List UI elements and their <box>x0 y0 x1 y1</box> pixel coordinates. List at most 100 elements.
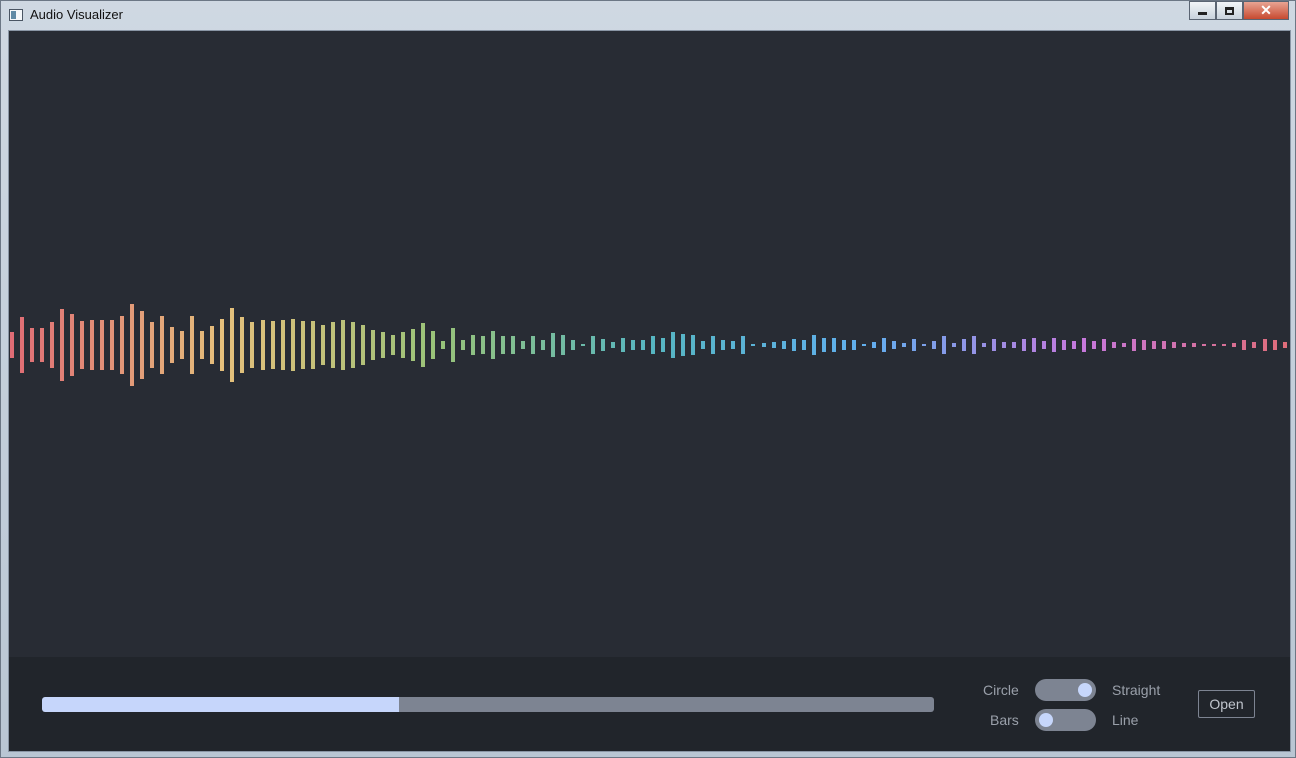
visualizer-bar <box>1152 340 1157 350</box>
progress-bar[interactable] <box>42 697 934 712</box>
visualizer-bar <box>911 338 916 352</box>
visualizer-bar <box>30 327 35 363</box>
visualizer-bar <box>1112 342 1117 348</box>
maximize-button[interactable] <box>1216 1 1243 20</box>
visualizer-bar <box>591 335 596 355</box>
progress-fill <box>42 697 399 712</box>
visualizer-bar <box>751 344 756 346</box>
visualizer-bar <box>1282 342 1287 348</box>
visualizer-bar <box>280 319 285 371</box>
visualizer-bar <box>521 340 526 350</box>
visualizer-bar <box>891 341 896 349</box>
visualizer-bar <box>1212 343 1217 347</box>
style-toggle-knob <box>1039 713 1053 727</box>
visualizer-bar <box>200 330 205 360</box>
visualizer-bar <box>490 331 495 359</box>
visualizer-bar <box>801 340 806 350</box>
visualizer-bar <box>350 321 355 369</box>
visualizer-bar <box>601 338 606 352</box>
close-button[interactable]: ✕ <box>1243 1 1289 20</box>
visualizer-bar <box>1202 344 1207 346</box>
visualizer-bar <box>150 321 155 369</box>
visualizer-bar <box>160 315 165 375</box>
visualizer-bar <box>1001 342 1006 348</box>
open-button[interactable]: Open <box>1198 690 1255 718</box>
visualizer-bar <box>1242 339 1247 351</box>
visualizer-bar <box>220 319 225 371</box>
visualizer-bar <box>1042 341 1047 349</box>
visualizer-bar <box>110 319 115 371</box>
visualizer-bar <box>170 326 175 364</box>
visualizer-canvas <box>9 31 1290 657</box>
visualizer-bar <box>871 342 876 348</box>
visualizer-bar <box>791 338 796 352</box>
visualizer-bar <box>1182 343 1187 347</box>
bars-label: Bars <box>990 712 1019 728</box>
visualizer-bar <box>881 338 886 352</box>
visualizer-bar <box>260 319 265 371</box>
visualizer-bar <box>1252 342 1257 348</box>
visualizer-bar <box>541 340 546 350</box>
style-toggle[interactable] <box>1035 709 1096 731</box>
visualizer-bar <box>340 320 345 370</box>
visualizer-bar <box>651 336 656 354</box>
app-icon <box>9 9 23 21</box>
visualizer-bar <box>581 344 586 346</box>
visualizer-bar <box>40 327 45 363</box>
visualizer-bar <box>1062 340 1067 350</box>
visualizer-bar <box>250 321 255 369</box>
visualizer-bar <box>330 321 335 369</box>
visualizer-bar <box>931 341 936 349</box>
minimize-button[interactable] <box>1189 1 1216 20</box>
visualizer-bar <box>450 328 455 362</box>
visualizer-bar <box>821 338 826 352</box>
visualizer-bar <box>10 331 14 359</box>
visualizer-bar <box>1072 340 1077 350</box>
visualizer-bar <box>1092 341 1097 349</box>
visualizer-bar <box>360 325 365 365</box>
close-icon: ✕ <box>1260 2 1272 18</box>
visualizer-bar <box>941 335 946 355</box>
visualizer-bar <box>681 333 686 357</box>
visualizer-bar <box>571 340 576 350</box>
shape-toggle[interactable] <box>1035 679 1096 701</box>
circle-label: Circle <box>983 682 1019 698</box>
visualizer-bar <box>951 342 956 348</box>
visualizer-bar <box>100 320 105 370</box>
visualizer-bar <box>20 316 25 374</box>
visualizer-bar <box>440 340 445 350</box>
app-window: Audio Visualizer ✕ Circle Straight Bars … <box>0 0 1296 758</box>
visualizer-bar <box>631 340 636 350</box>
visualizer-bar <box>1192 343 1197 347</box>
control-panel: Circle Straight Bars Line Open <box>9 657 1290 751</box>
visualizer-bar <box>661 338 666 352</box>
visualizer-bar <box>981 343 986 347</box>
visualizer-bar <box>701 341 706 349</box>
visualizer-bar <box>861 344 866 346</box>
visualizer-bar <box>60 309 65 381</box>
visualizer-bar <box>851 340 856 350</box>
visualizer-bar <box>671 332 676 358</box>
visualizer-bar <box>1172 341 1177 349</box>
visualizer-bar <box>1162 341 1167 349</box>
minimize-icon <box>1198 12 1207 15</box>
line-label: Line <box>1112 712 1139 728</box>
visualizer-bar <box>470 335 475 355</box>
visualizer-bar <box>731 340 736 350</box>
title-bar[interactable]: Audio Visualizer ✕ <box>1 1 1295 29</box>
visualizer-bar <box>1082 338 1087 352</box>
visualizer-bar <box>921 344 926 346</box>
visualizer-bar <box>511 335 515 355</box>
visualizer-bar <box>1132 339 1137 351</box>
visualizer-bar <box>420 323 425 367</box>
visualizer-bar <box>400 332 405 358</box>
visualizer-bar <box>230 307 235 383</box>
visualizer-bar <box>831 338 836 352</box>
visualizer-bar <box>761 343 766 347</box>
visualizer-bar <box>991 339 996 351</box>
visualizer-bar <box>1052 338 1057 352</box>
visualizer-bar <box>961 339 966 351</box>
visualizer-bar <box>531 335 536 355</box>
visualizer-bar <box>300 321 305 369</box>
visualizer-bar <box>771 342 776 348</box>
